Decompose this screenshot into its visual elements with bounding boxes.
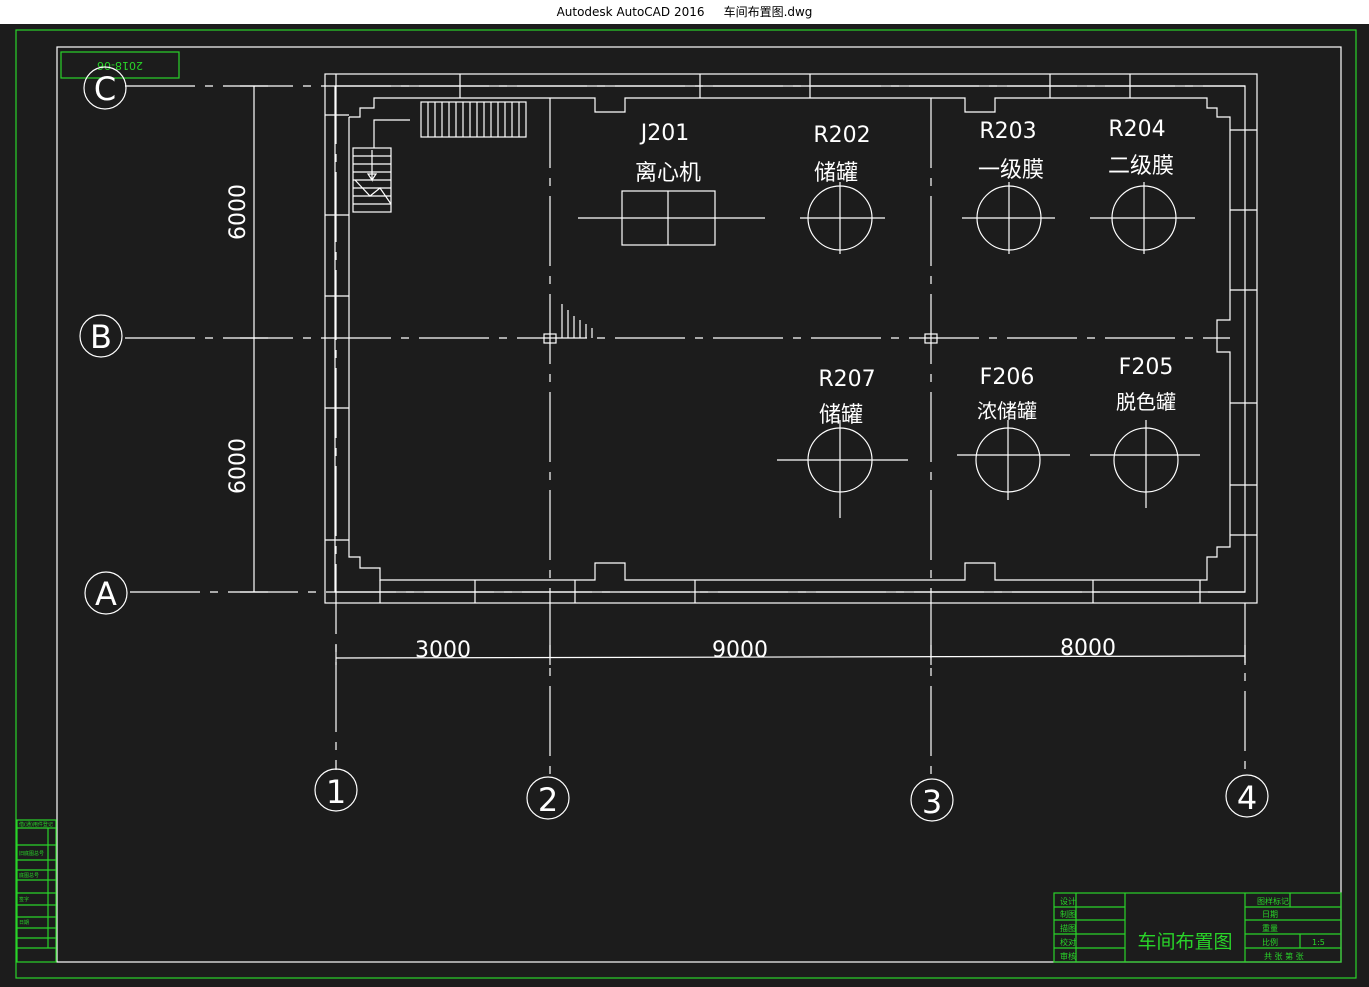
title-left-label-1: 设计: [1060, 896, 1076, 906]
title-right-label-1: 图样标记: [1257, 896, 1289, 906]
title-left-label-3: 描图: [1060, 923, 1076, 933]
stair-small: [561, 304, 593, 338]
title-scale: 1:5: [1312, 938, 1325, 947]
axis-label-3: 3: [922, 783, 942, 821]
equipment-name-R202: 储罐: [814, 161, 858, 186]
stair-vertical-treads: [353, 150, 392, 205]
dim-text-row-bottom: 6000: [226, 438, 251, 494]
equipment-tag-J201: J201: [639, 121, 689, 146]
dim-text-col-1-2: 3000: [415, 638, 471, 663]
equipment-name-R204: 二级膜: [1108, 154, 1174, 179]
side-label-4: 签字: [19, 896, 29, 903]
axis-label-C: C: [94, 70, 116, 108]
title-left-label-2: 制图: [1060, 909, 1076, 919]
drawing-canvas[interactable]: 2018-06 C B A 1 2 3 4 6000 6000 3000 900…: [0, 24, 1369, 987]
equipment-name-R207: 储罐: [819, 403, 863, 428]
equipment-name-R203: 一级膜: [978, 158, 1044, 183]
equipment-name-F205: 脱色罐: [1116, 390, 1176, 414]
axis-label-1: 1: [326, 773, 346, 811]
equipment-tag-R204: R204: [1108, 117, 1165, 142]
equipment-tag-R203: R203: [979, 119, 1036, 144]
stair-path: [373, 119, 410, 148]
axis-label-4: 4: [1237, 779, 1257, 817]
title-right-label-4: 比例: [1262, 937, 1278, 947]
dim-text-col-3-4: 8000: [1060, 636, 1116, 661]
axis-label-2: 2: [538, 781, 558, 819]
file-name: 车间布置图.dwg: [723, 5, 813, 19]
equipment-tag-R202: R202: [813, 123, 870, 148]
dim-text-row-top: 6000: [226, 184, 251, 240]
equipment-tag-R207: R207: [818, 367, 875, 392]
side-label-2: 旧底图总号: [19, 850, 44, 857]
equipment-name-F206: 浓储罐: [977, 399, 1037, 423]
building-inner-wall: [348, 97, 1231, 581]
axis-label-A: A: [95, 575, 117, 613]
equipment-tag-F205: F205: [1119, 355, 1174, 380]
drawing-title: 车间布置图: [1137, 931, 1232, 953]
side-label-1: 借(通)用件登记: [19, 821, 53, 828]
title-left-label-5: 审核: [1060, 951, 1076, 961]
equipment-name-J201: 离心机: [635, 161, 701, 186]
stair-horizontal: [420, 101, 527, 138]
drawing-svg[interactable]: 2018-06 C B A 1 2 3 4 6000 6000 3000 900…: [0, 24, 1369, 987]
title-right-label-2: 日期: [1262, 910, 1278, 919]
app-title: Autodesk AutoCAD 2016: [556, 5, 705, 19]
title-left-label-4: 校对: [1060, 937, 1076, 947]
stair-treads: [427, 102, 520, 137]
title-sheet-count: 共 张 第 张: [1264, 951, 1304, 961]
equipment-tag-F206: F206: [980, 365, 1035, 390]
axis-label-B: B: [90, 318, 112, 356]
window-title-bar: Autodesk AutoCAD 2016 车间布置图.dwg: [0, 0, 1369, 24]
dim-text-col-2-3: 9000: [712, 638, 768, 663]
side-label-3: 底图总号: [19, 872, 39, 879]
title-right-label-3: 重量: [1262, 923, 1278, 933]
side-strip: [16, 819, 57, 963]
side-label-5: 日期: [19, 920, 29, 926]
